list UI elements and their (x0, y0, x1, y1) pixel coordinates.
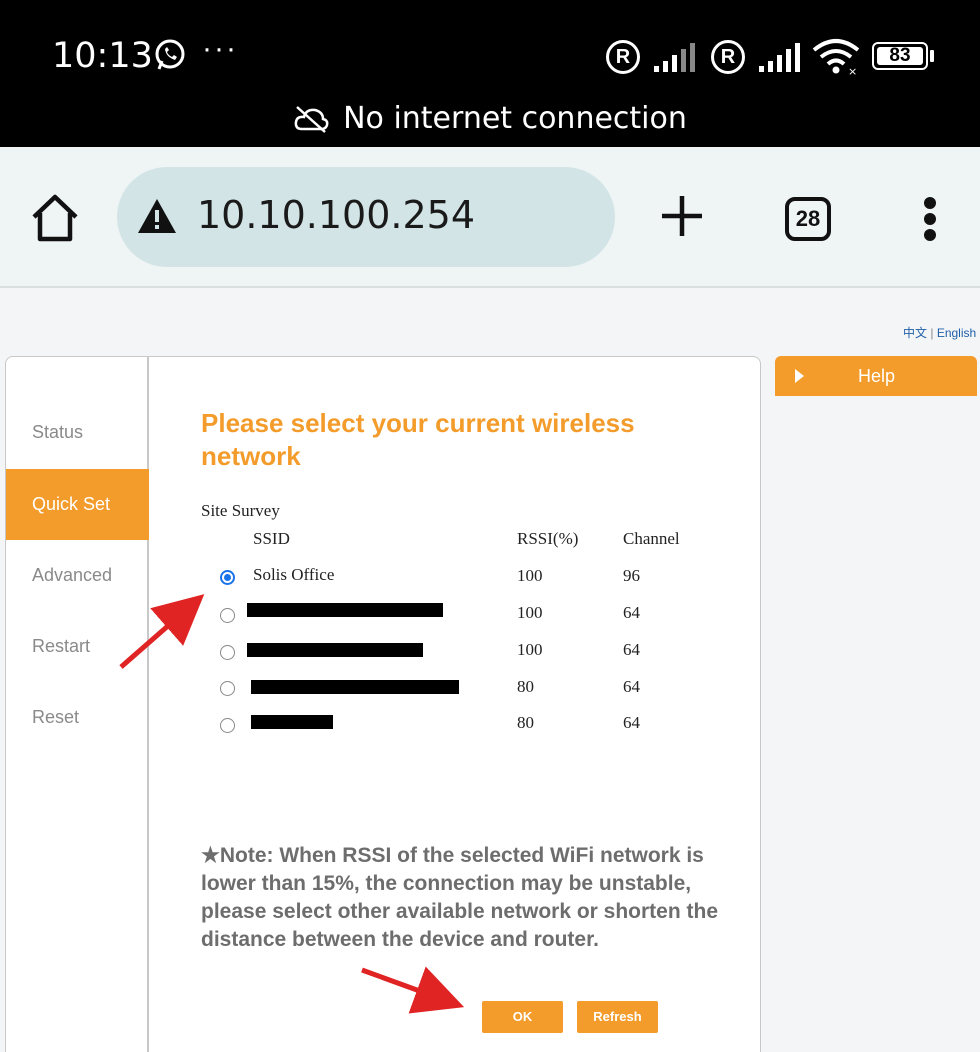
network-rssi-3: 100 (517, 640, 543, 659)
battery-icon: 83 (872, 42, 928, 70)
network-ssid-redacted-2 (247, 603, 443, 617)
network-ssid-redacted-4 (251, 680, 459, 694)
connection-banner: No internet connection (0, 100, 980, 136)
network-ssid-redacted-3 (247, 643, 423, 657)
network-rssi-1: 100 (517, 566, 543, 585)
home-icon[interactable] (30, 193, 80, 243)
network-rssi-4: 80 (517, 677, 534, 696)
language-switch: 中文 | English (903, 324, 976, 341)
network-rssi-2: 100 (517, 603, 543, 622)
sim2-roaming-icon: R (711, 40, 745, 74)
network-channel-4: 64 (623, 677, 640, 696)
help-label: Help (858, 366, 896, 386)
network-channel-1: 96 (623, 566, 640, 585)
settings-card: Status Quick Set Advanced Restart Reset … (5, 356, 761, 1052)
column-header-channel: Channel (623, 529, 680, 548)
lang-separator: | (930, 326, 934, 340)
network-radio-2[interactable] (220, 608, 235, 623)
network-ssid-1: Solis Office (253, 565, 335, 584)
network-radio-4[interactable] (220, 681, 235, 696)
url-text: 10.10.100.254 (197, 193, 476, 237)
nav-item-restart[interactable]: Restart (6, 611, 149, 682)
new-tab-icon[interactable] (658, 192, 706, 240)
network-channel-2: 64 (623, 603, 640, 622)
rssi-note: ★Note: When RSSI of the selected WiFi ne… (201, 844, 719, 951)
refresh-button[interactable]: Refresh (577, 1001, 658, 1033)
network-channel-5: 64 (623, 713, 640, 732)
browser-toolbar: 10.10.100.254 28 (0, 147, 980, 288)
connection-text: No internet connection (343, 101, 687, 136)
menu-dot (924, 197, 936, 209)
more-menu-icon[interactable] (920, 195, 940, 243)
network-rssi-5: 80 (517, 713, 534, 732)
nav-item-status[interactable]: Status (6, 397, 149, 468)
sidebar-nav: Status Quick Set Advanced Restart Reset (6, 357, 149, 1052)
site-survey-label: Site Survey (201, 501, 280, 520)
battery-level: 83 (877, 46, 923, 65)
column-header-ssid: SSID (253, 529, 290, 548)
tab-switcher-button[interactable]: 28 (785, 197, 831, 241)
more-notifications-icon: ··· (202, 32, 238, 65)
lang-chinese-link[interactable]: 中文 (903, 326, 927, 340)
battery-tip (930, 50, 934, 62)
cloud-off-icon (294, 105, 329, 133)
menu-dot (924, 213, 936, 225)
not-secure-warning-icon[interactable] (137, 197, 177, 235)
column-header-rssi: RSSI(%) (517, 529, 579, 548)
nav-item-reset[interactable]: Reset (6, 682, 149, 753)
help-panel-header[interactable]: Help (775, 356, 977, 396)
nav-item-quick-set[interactable]: Quick Set (6, 469, 149, 540)
network-radio-1[interactable] (220, 570, 235, 585)
signal-icon (654, 43, 695, 72)
network-radio-3[interactable] (220, 645, 235, 660)
lang-english-link[interactable]: English (937, 326, 976, 340)
status-bar: 10:13 ··· R R × 83 No internet connectio… (0, 0, 980, 147)
nav-item-advanced[interactable]: Advanced (6, 540, 149, 611)
clock: 10:13 (52, 36, 153, 76)
sim1-roaming-icon: R (606, 40, 640, 74)
network-radio-5[interactable] (220, 718, 235, 733)
signal-icon-2 (759, 43, 800, 72)
network-channel-3: 64 (623, 640, 640, 659)
wifi-icon: × (812, 39, 860, 76)
expand-arrow-icon (795, 369, 804, 383)
ok-button[interactable]: OK (482, 1001, 563, 1033)
address-bar[interactable]: 10.10.100.254 (117, 167, 615, 267)
screen: 10:13 ··· R R × 83 No internet connectio… (0, 0, 980, 1052)
svg-text:×: × (848, 65, 857, 76)
menu-dot (924, 229, 936, 241)
page-title: Please select your current wireless netw… (201, 408, 635, 471)
network-ssid-redacted-5 (251, 715, 333, 729)
whatsapp-icon (155, 39, 185, 70)
